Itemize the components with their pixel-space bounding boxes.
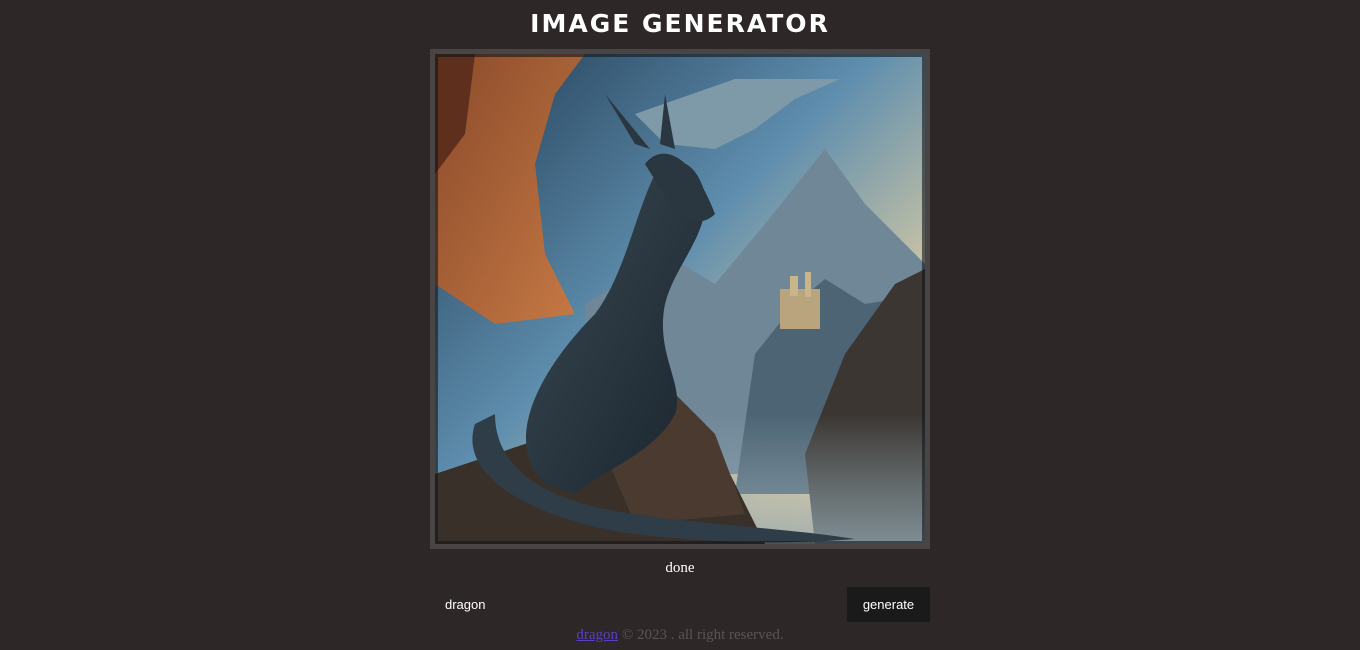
status-text: done [665,560,695,576]
prompt-input[interactable] [430,587,847,622]
generated-image [435,54,925,544]
generated-image-frame [430,49,930,549]
generate-button[interactable]: generate [847,587,930,622]
footer-copyright: © 2023 . all right reserved. [621,627,784,643]
footer: dragon © 2023 . all right reserved. [0,627,1360,644]
page-title: IMAGE GENERATOR [530,9,830,38]
footer-link[interactable]: dragon [576,627,618,643]
